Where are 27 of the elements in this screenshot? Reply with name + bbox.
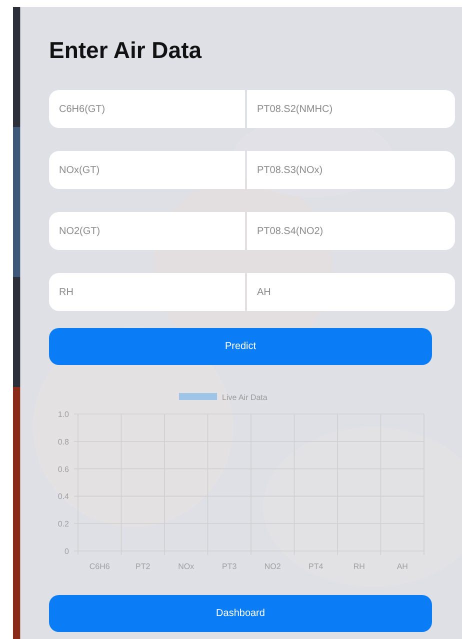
x-axis-label: PT2	[136, 562, 150, 571]
x-axis-label: PT3	[222, 562, 237, 571]
input-field[interactable]: PT08.S4(NO2)	[247, 212, 455, 250]
input-field[interactable]: NOx(GT)	[49, 151, 245, 189]
legend-label[interactable]: Live Air Data	[222, 393, 268, 402]
x-axis-label: NOx	[178, 562, 194, 571]
input-field[interactable]: C6H6(GT)	[49, 90, 245, 128]
form-title: Enter Air Data	[49, 36, 202, 65]
y-axis-label: 0.8	[58, 437, 69, 446]
x-axis-label: AH	[396, 562, 408, 571]
input-field[interactable]: PT08.S2(NMHC)	[247, 90, 455, 128]
x-axis-label: RH	[353, 562, 365, 571]
x-axis-label: C6H6	[89, 562, 110, 571]
y-axis-label: 0.6	[58, 464, 69, 474]
input-field[interactable]: AH	[247, 273, 455, 311]
y-axis-label: 0.4	[58, 492, 69, 502]
dashboard-button[interactable]: Dashboard	[49, 595, 432, 632]
input-field[interactable]: PT08.S3(NOx)	[247, 151, 455, 189]
x-axis-label: PT4	[308, 562, 324, 571]
y-axis-label: 0.2	[58, 520, 69, 529]
y-axis-label: 1.0	[58, 410, 69, 419]
x-axis-label: NO2	[264, 562, 281, 571]
predict-button[interactable]: Predict	[49, 328, 432, 365]
input-field[interactable]: RH	[49, 273, 245, 311]
y-axis-label: 0	[64, 547, 69, 556]
legend-swatch[interactable]	[179, 393, 217, 400]
input-field[interactable]: NO2(GT)	[49, 212, 245, 250]
